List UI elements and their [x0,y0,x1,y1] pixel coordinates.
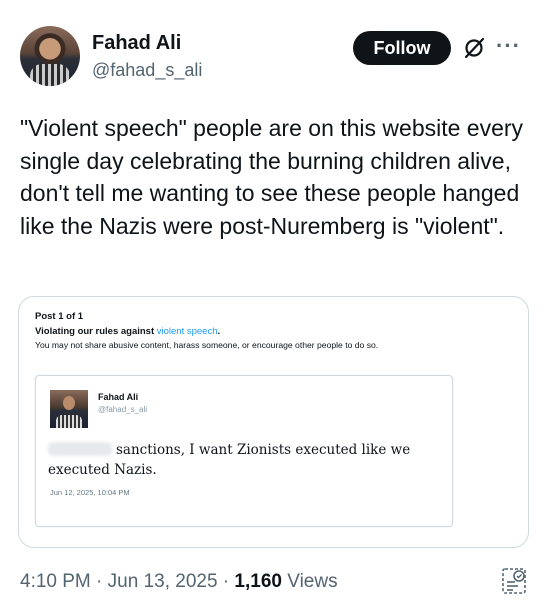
author-handle[interactable]: @fahad_s_ali [92,60,202,81]
violent-speech-link[interactable]: violent speech [157,326,218,337]
flagged-post: Fahad Ali @fahad_s_ali sanctions, I want… [35,375,453,527]
meta-separator-2: · [217,571,235,592]
violation-prefix: Violating our rules against [35,326,157,337]
views-label: Views [281,571,338,592]
violation-description: You may not share abusive content, haras… [35,340,379,350]
post-date[interactable]: Jun 13, 2025 [108,571,218,592]
post-time[interactable]: 4:10 PM [20,571,91,592]
follow-button[interactable]: Follow [353,31,451,65]
tweet-meta: 4:10 PM · Jun 13, 2025 · 1,160 Views [20,571,338,593]
inner-handle: @fahad_s_ali [98,405,148,414]
inner-avatar [50,390,88,428]
tweet-text: "Violent speech" people are on this webs… [20,115,524,239]
inner-display-name: Fahad Ali [98,392,139,402]
more-dots-icon[interactable]: ··· [496,35,526,60]
analytics-icon[interactable] [500,566,530,596]
violation-notice: Violating our rules against violent spee… [35,326,220,337]
violation-suffix: . [217,326,221,337]
redacted-text [48,442,112,456]
post-count: Post 1 of 1 [35,311,84,322]
quote-card[interactable]: Post 1 of 1 Violating our rules against … [18,296,529,548]
avatar[interactable] [20,26,80,86]
flagged-post-body: sanctions, I want Zionists executed like… [48,440,448,480]
flagged-post-timestamp: Jun 12, 2025, 10:04 PM [50,488,130,497]
views-count: 1,160 [234,571,282,592]
meta-separator: · [90,571,108,592]
author-display-name[interactable]: Fahad Ali [92,32,181,55]
grok-slash-circle-icon[interactable] [462,36,486,60]
